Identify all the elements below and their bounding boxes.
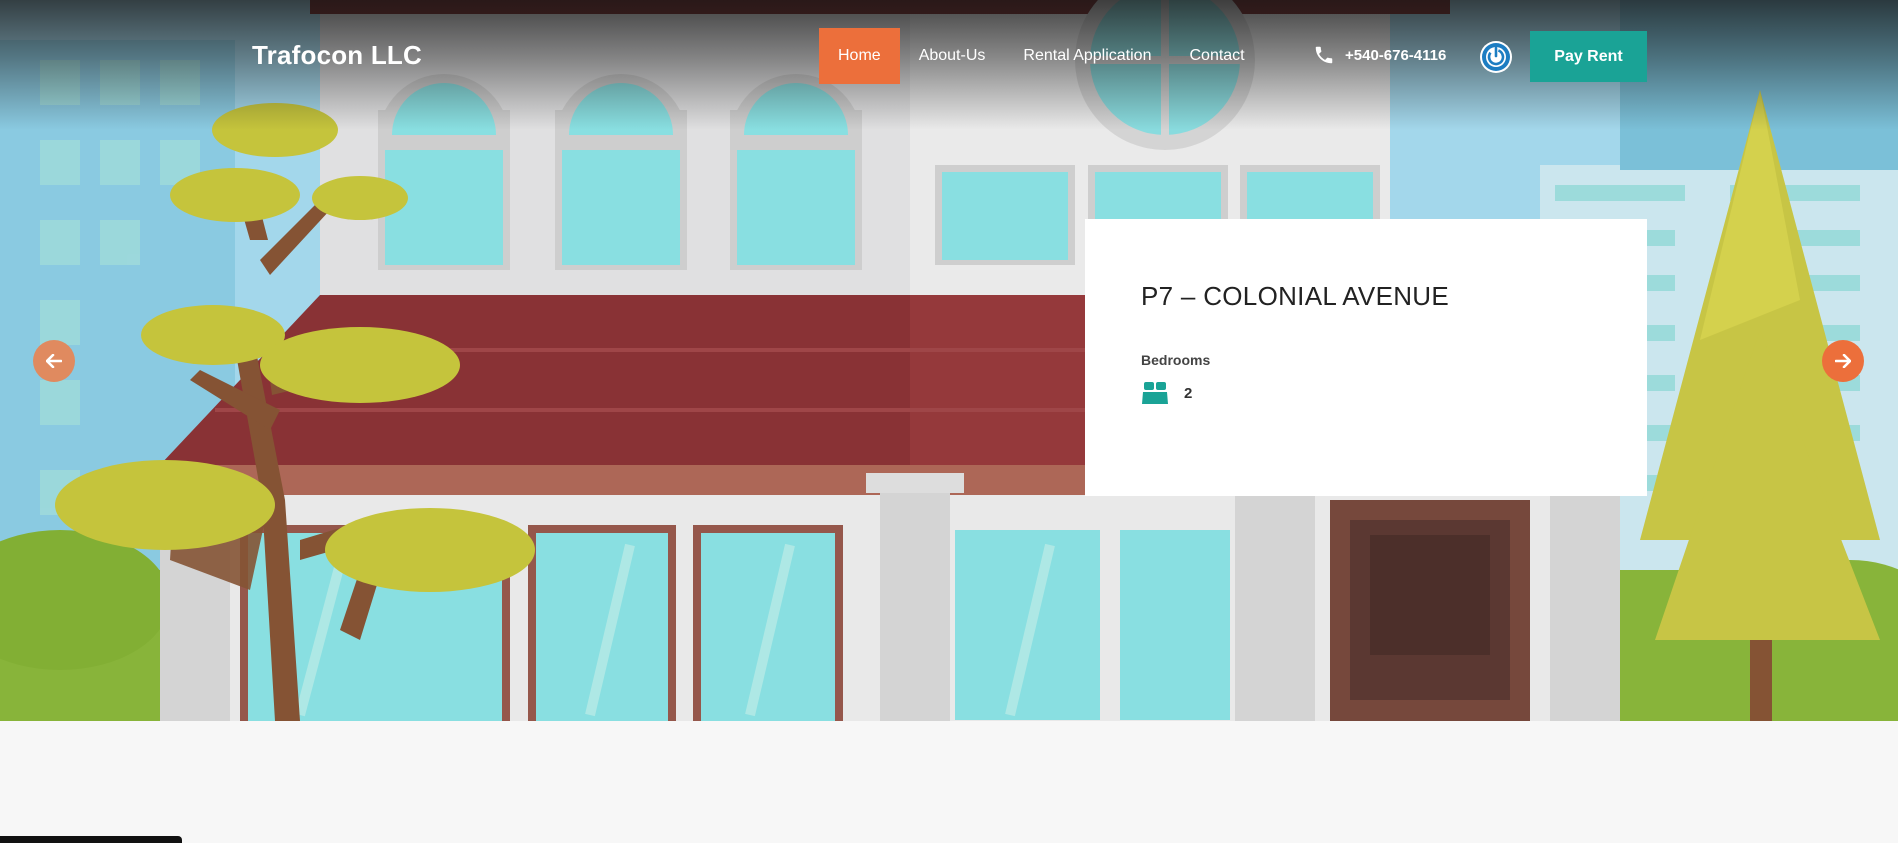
arrow-right-icon xyxy=(1835,354,1851,368)
nav-item-contact[interactable]: Contact xyxy=(1170,28,1263,84)
phone-icon xyxy=(1315,46,1333,64)
nav-item-rental-application[interactable]: Rental Application xyxy=(1004,28,1170,84)
power-button[interactable] xyxy=(1480,41,1512,73)
bottom-bar xyxy=(0,836,182,843)
property-card[interactable]: P7 – COLONIAL AVENUE Bedrooms 2 xyxy=(1085,219,1647,496)
site-logo[interactable]: Trafocon LLC xyxy=(252,40,422,71)
bedrooms-label: Bedrooms xyxy=(1141,352,1211,368)
phone-number: +540-676-4116 xyxy=(1345,46,1447,64)
bedrooms-info: 2 xyxy=(1141,379,1192,407)
bedrooms-value: 2 xyxy=(1184,384,1193,402)
phone-link[interactable]: +540-676-4116 xyxy=(1313,44,1446,66)
power-icon xyxy=(1482,43,1510,71)
slider-prev-button[interactable] xyxy=(33,340,75,382)
content-area xyxy=(0,721,1898,843)
bed-icon xyxy=(1142,382,1168,404)
slider-next-button[interactable] xyxy=(1822,340,1864,382)
arrow-left-icon xyxy=(46,354,62,368)
nav-item-home[interactable]: Home xyxy=(819,28,900,84)
main-nav: Home About-Us Rental Application Contact xyxy=(819,28,1264,84)
property-title[interactable]: P7 – COLONIAL AVENUE xyxy=(1141,281,1449,312)
nav-item-about-us[interactable]: About-Us xyxy=(900,28,1005,84)
pay-rent-button[interactable]: Pay Rent xyxy=(1530,31,1647,82)
